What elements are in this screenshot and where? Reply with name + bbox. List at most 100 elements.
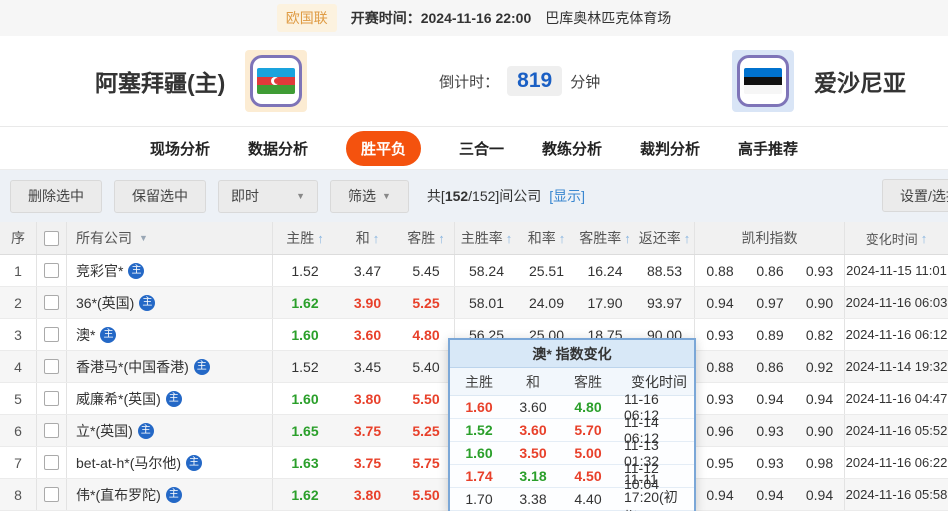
table-row: 1 竞彩官* 主 1.52 3.47 5.45 58.24 25.51 16.24 88.53 0.… xyxy=(0,255,948,287)
estonia-flag-icon xyxy=(744,68,782,94)
sort-asc-icon: ↑ xyxy=(372,230,380,246)
row-checkbox[interactable] xyxy=(44,423,59,438)
popup-home-odds: 1.60 xyxy=(465,445,493,461)
company-name[interactable]: 竞彩官* xyxy=(76,261,123,281)
company-name[interactable]: 36*(英国) xyxy=(76,293,134,313)
company-name[interactable]: bet-at-h*(马尔他) xyxy=(76,453,181,473)
row-index: 1 xyxy=(0,255,37,286)
company-name[interactable]: 伟*(直布罗陀) xyxy=(76,485,161,505)
company-cell: 伟*(直布罗陀) 主 xyxy=(67,479,273,510)
company-name[interactable]: 香港马*(中国香港) xyxy=(76,357,189,377)
tab-coach-analysis[interactable]: 教练分析 xyxy=(542,138,602,159)
kelly-value: 0.86 xyxy=(756,262,784,279)
popup-col-away: 客胜 xyxy=(574,373,602,390)
row-select-cell xyxy=(37,319,67,350)
kelly-value: 0.89 xyxy=(756,326,784,343)
tab-data-analysis[interactable]: 数据分析 xyxy=(248,138,308,159)
away-odds: 5.50 xyxy=(398,383,455,414)
main-company-icon: 主 xyxy=(128,262,145,279)
col-change-time[interactable]: 变化时间 ↑ xyxy=(845,222,948,254)
col-home-rate[interactable]: 主胜率 ↑ xyxy=(455,222,518,254)
row-select-cell xyxy=(37,383,67,414)
col-company[interactable]: 所有公司 ▼ xyxy=(67,222,273,254)
row-checkbox[interactable] xyxy=(44,487,59,502)
draw-odds: 3.90 xyxy=(353,294,382,311)
row-checkbox[interactable] xyxy=(44,359,59,374)
settings-button[interactable]: 设置/选择 xyxy=(882,179,948,212)
away-odds: 5.50 xyxy=(398,479,455,510)
away-odds: 5.75 xyxy=(398,447,455,478)
company-cell: 立*(英国) 主 xyxy=(67,415,273,446)
row-index: 6 xyxy=(0,415,37,446)
return-rate: 93.97 xyxy=(635,287,695,318)
away-odds: 5.45 xyxy=(398,255,455,286)
col-away-rate[interactable]: 客胜率 ↑ xyxy=(575,222,635,254)
company-cell: 36*(英国) 主 xyxy=(67,287,273,318)
league-badge: 欧国联 xyxy=(276,4,337,32)
popup-col-draw: 和 xyxy=(526,373,540,390)
row-index: 5 xyxy=(0,383,37,414)
odds-comparison-page: 欧国联 开赛时间：2024-11-16 22:00 巴库奥林匹克体育场 阿塞拜疆… xyxy=(0,0,948,511)
tab-expert-tips[interactable]: 高手推荐 xyxy=(738,138,798,159)
company-name[interactable]: 立*(英国) xyxy=(76,421,133,441)
draw-odds: 3.45 xyxy=(353,358,382,375)
countdown-unit: 分钟 xyxy=(570,73,601,91)
change-time: 2024-11-16 06:03 xyxy=(845,295,948,310)
row-checkbox[interactable] xyxy=(44,263,59,278)
row-checkbox[interactable] xyxy=(44,295,59,310)
tab-live-analysis[interactable]: 现场分析 xyxy=(150,138,210,159)
row-checkbox[interactable] xyxy=(44,327,59,342)
home-odds: 1.52 xyxy=(291,358,319,375)
popup-away-odds: 5.70 xyxy=(574,422,602,438)
show-link[interactable]: [显示] xyxy=(549,188,585,204)
popup-col-time: 变化时间 xyxy=(631,373,687,390)
sort-asc-icon: ↑ xyxy=(317,230,324,246)
company-cell: 澳* 主 xyxy=(67,319,273,350)
sort-asc-icon: ↑ xyxy=(920,230,928,246)
away-odds: 4.80 xyxy=(398,319,455,350)
venue-name: 巴库奥林匹克体育场 xyxy=(545,10,672,26)
col-away-odds[interactable]: 客胜 ↑ xyxy=(398,222,455,254)
popup-away-odds: 4.40 xyxy=(574,491,602,507)
kelly-value: 0.98 xyxy=(795,447,845,478)
col-select-all[interactable] xyxy=(37,222,67,254)
change-time: 2024-11-16 04:47 xyxy=(845,391,948,406)
chevron-down-icon: ▼ xyxy=(382,191,391,201)
away-odds: 5.40 xyxy=(398,351,455,382)
company-count-text: 共[152/152]间公司 [显示] xyxy=(426,188,585,204)
row-checkbox[interactable] xyxy=(44,455,59,470)
col-draw-rate[interactable]: 和率 ↑ xyxy=(518,222,575,254)
delete-selected-button[interactable]: 删除选中 xyxy=(10,179,102,213)
popup-col-home: 主胜 xyxy=(465,373,493,390)
home-odds: 1.65 xyxy=(291,422,319,439)
tab-three-in-one[interactable]: 三合一 xyxy=(459,138,504,159)
keep-selected-button[interactable]: 保留选中 xyxy=(114,179,206,213)
instant-dropdown[interactable]: 即时 ▼ xyxy=(218,179,318,213)
draw-odds: 3.75 xyxy=(353,454,382,471)
kelly-value: 0.82 xyxy=(795,319,845,350)
draw-rate: 25.51 xyxy=(528,262,565,279)
company-name[interactable]: 澳* xyxy=(76,325,95,345)
col-draw-odds[interactable]: 和 ↑ xyxy=(337,222,398,254)
kelly-value: 0.94 xyxy=(795,479,845,510)
chevron-down-icon: ▼ xyxy=(296,191,305,201)
col-home-odds[interactable]: 主胜 ↑ xyxy=(273,222,337,254)
tab-referee-analysis[interactable]: 裁判分析 xyxy=(640,138,700,159)
company-cell: bet-at-h*(马尔他) 主 xyxy=(67,447,273,478)
popup-away-odds: 5.00 xyxy=(574,445,602,461)
select-all-checkbox[interactable] xyxy=(44,230,59,246)
filter-dropdown[interactable]: 筛选 ▼ xyxy=(330,179,409,213)
away-odds: 5.25 xyxy=(398,287,455,318)
col-return-rate[interactable]: 返还率 ↑ xyxy=(635,222,695,254)
row-select-cell xyxy=(37,255,67,286)
tab-win-draw-lose[interactable]: 胜平负 xyxy=(345,130,421,166)
countdown: 倒计时： 819 分钟 xyxy=(439,66,600,96)
kelly-value: 0.94 xyxy=(756,486,784,503)
kelly-value: 0.97 xyxy=(756,294,784,311)
popup-change-time: 11-11 17:20(初指) xyxy=(624,471,678,511)
row-checkbox[interactable] xyxy=(44,391,59,406)
kickoff-time: 开赛时间：2024-11-16 22:00 xyxy=(350,10,532,26)
main-company-icon: 主 xyxy=(137,422,154,439)
company-name[interactable]: 威廉希*(英国) xyxy=(76,389,161,409)
row-select-cell xyxy=(37,447,67,478)
